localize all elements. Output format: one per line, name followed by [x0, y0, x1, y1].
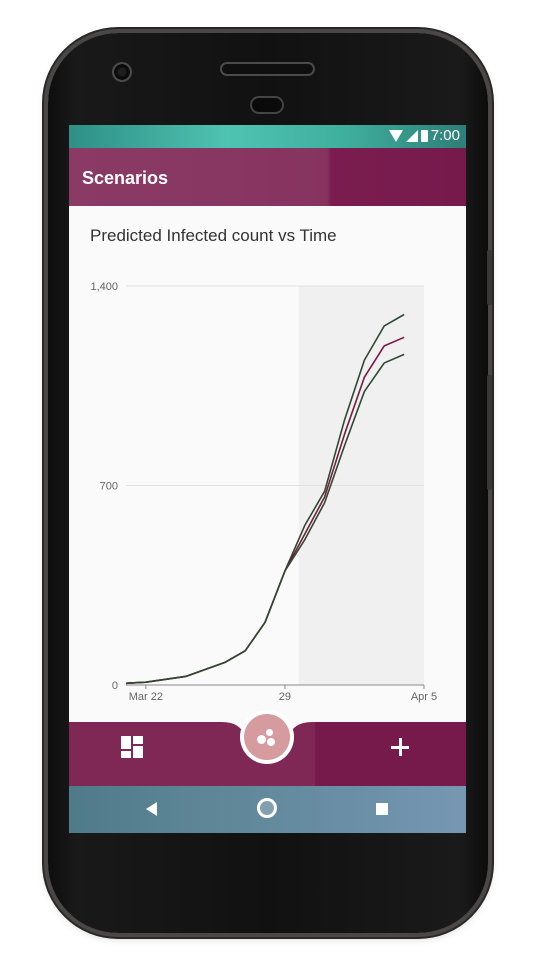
screen: 7:00 Scenarios Predicted Infected count … — [69, 125, 466, 833]
bubble-small — [266, 729, 273, 736]
bubble-medium — [267, 738, 275, 746]
x-tick-label: Mar 22 — [129, 691, 163, 703]
line-chart: 0 700 1,400 Mar 22 29 Apr 5 — [90, 281, 437, 703]
front-camera-icon — [112, 62, 132, 82]
recent-square-icon[interactable] — [376, 803, 388, 815]
status-time: 7:00 — [430, 127, 460, 144]
bubbles-icon — [257, 735, 266, 744]
status-icons: 7:00 — [388, 127, 460, 144]
app-bar: Scenarios — [69, 148, 466, 206]
earpiece-speaker — [220, 62, 315, 76]
bottom-app-bar — [69, 714, 466, 786]
scenario-fab-button[interactable] — [244, 714, 290, 760]
proximity-sensor — [250, 96, 284, 114]
volume-button — [487, 375, 492, 490]
dashboard-icon[interactable] — [121, 736, 143, 758]
page-title: Scenarios — [82, 168, 169, 188]
back-triangle-icon[interactable] — [146, 802, 157, 816]
battery-icon — [420, 129, 428, 142]
status-bar: 7:00 — [69, 125, 466, 148]
home-circle-icon[interactable] — [257, 798, 277, 818]
chart-card: Predicted Infected count vs Time 0 700 1,4… — [69, 206, 466, 722]
power-button — [487, 250, 492, 305]
android-nav-bar — [69, 786, 466, 833]
wifi-icon — [388, 129, 403, 142]
y-tick-label: 1,400 — [90, 281, 118, 293]
signal-icon — [405, 129, 418, 142]
y-tick-label: 0 — [112, 680, 118, 692]
x-tick-label: 29 — [279, 691, 291, 703]
x-tick-label: Apr 5 — [411, 691, 437, 703]
y-tick-label: 700 — [100, 481, 118, 493]
plus-icon[interactable] — [391, 738, 409, 756]
